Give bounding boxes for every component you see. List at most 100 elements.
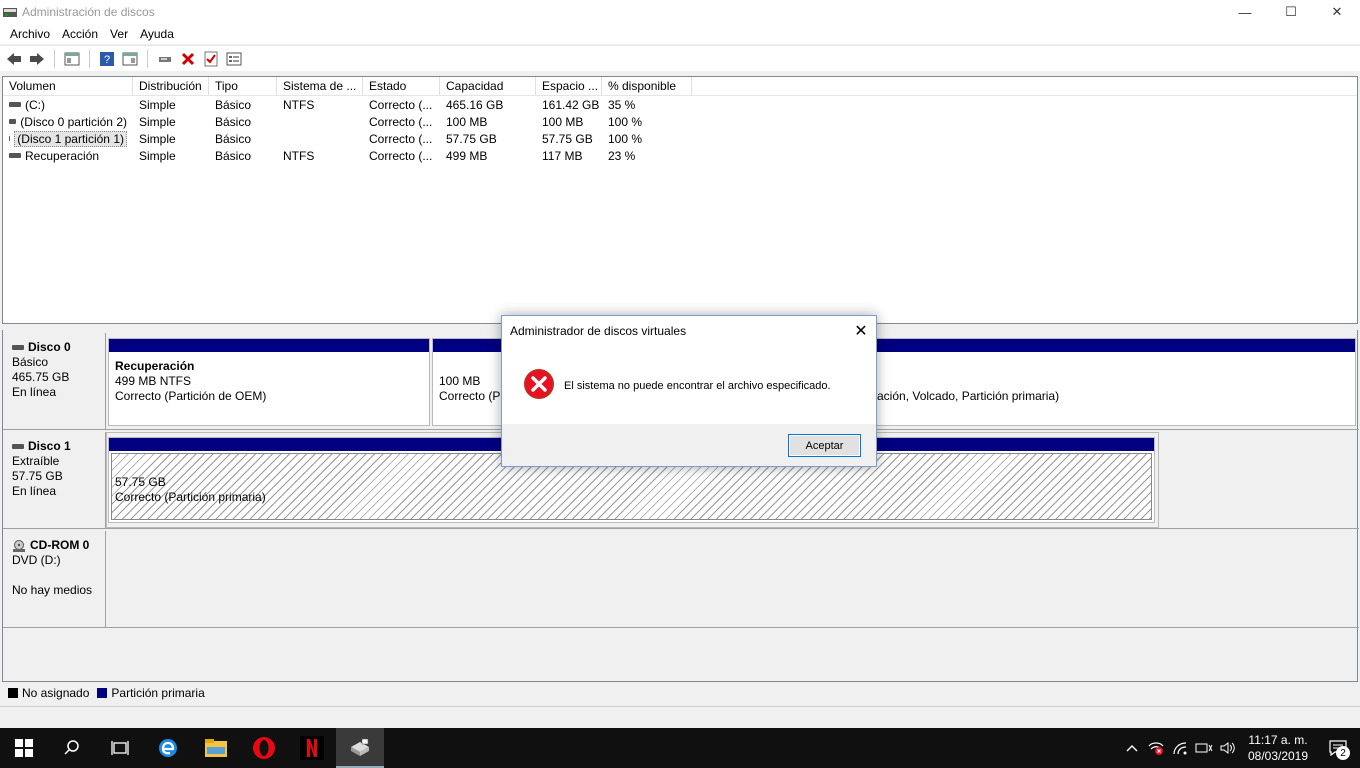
volume-type: Básico <box>215 97 252 112</box>
disk-1-info[interactable]: Disco 1 Extraíble 57.75 GB En línea <box>3 432 106 528</box>
chevron-up-icon[interactable] <box>1120 728 1144 768</box>
file-explorer-icon[interactable] <box>192 728 240 768</box>
toolbar-separator <box>89 49 90 68</box>
maximize-button[interactable]: ☐ <box>1268 0 1314 24</box>
cdrom-info[interactable]: CD-ROM 0 DVD (D:) No hay medios <box>3 531 106 627</box>
legend-primary-label: Partición primaria <box>111 686 205 700</box>
column-header-distribucion[interactable]: Distribución <box>133 77 209 95</box>
volume-row-selected[interactable]: (Disco 1 partición 1) Simple Básico Corr… <box>3 130 1357 147</box>
window-title: Administración de discos <box>22 5 155 19</box>
volume-row[interactable]: Recuperación Simple Básico NTFS Correcto… <box>3 147 1357 164</box>
forward-icon[interactable] <box>27 49 47 69</box>
search-icon[interactable] <box>48 728 96 768</box>
dialog-close-button[interactable]: ✕ <box>850 320 872 342</box>
svg-text:?: ? <box>104 54 110 66</box>
volume-row[interactable]: (C:) Simple Básico NTFS Correcto (... 46… <box>3 96 1357 113</box>
column-header-disponible[interactable]: % disponible <box>602 77 692 95</box>
disk-icon <box>12 345 24 350</box>
task-view-icon[interactable] <box>96 728 144 768</box>
security-alert-icon[interactable] <box>1144 728 1168 768</box>
volume-percent-free: 23 % <box>608 148 636 163</box>
volume-layout: Simple <box>139 114 176 129</box>
input-method-icon[interactable] <box>1192 728 1216 768</box>
legend: No asignado Partición primaria <box>2 682 1358 704</box>
netflix-icon[interactable] <box>288 728 336 768</box>
volume-fs: NTFS <box>283 97 315 112</box>
menu-accion[interactable]: Acción <box>56 27 104 41</box>
disk-status: En línea <box>12 385 57 399</box>
connect-icon[interactable] <box>155 49 175 69</box>
volume-status: Correcto (... <box>369 97 433 112</box>
partition-recuperacion[interactable]: Recuperación 499 MB NTFS Correcto (Parti… <box>108 338 430 426</box>
column-header-espacio[interactable]: Espacio ... <box>536 77 602 95</box>
partition-size: 57.75 GB <box>115 475 166 489</box>
volume-layout: Simple <box>139 148 176 163</box>
disk-0-info[interactable]: Disco 0 Básico 465.75 GB En línea <box>3 333 106 429</box>
clock-time: 11:17 a. m. <box>1248 733 1308 747</box>
disk-size: 57.75 GB <box>12 469 63 483</box>
column-header-tipo[interactable]: Tipo <box>209 77 277 95</box>
partition-status: Correcto (Pa <box>439 389 508 403</box>
check-icon[interactable] <box>201 49 221 69</box>
column-header-volumen[interactable]: Volumen <box>3 77 133 95</box>
wifi-icon[interactable] <box>1168 728 1192 768</box>
cdrom-name: CD-ROM 0 <box>30 538 90 552</box>
accept-button[interactable]: Aceptar <box>788 434 861 457</box>
partition-status: Correcto (Partición de OEM) <box>115 389 267 403</box>
volume-type: Básico <box>215 114 252 129</box>
disk-management-icon[interactable] <box>336 728 384 768</box>
menu-ayuda[interactable]: Ayuda <box>134 27 180 41</box>
action-center-icon[interactable]: 2 <box>1316 728 1360 768</box>
list-icon[interactable] <box>224 49 244 69</box>
volume-capacity: 499 MB <box>446 148 488 163</box>
volume-name: Recuperación <box>25 148 100 163</box>
delete-icon[interactable] <box>178 49 198 69</box>
volume-capacity: 57.75 GB <box>446 131 497 146</box>
toolbar: ? <box>0 45 1360 71</box>
dialog-message: El sistema no puede encontrar el archivo… <box>564 380 831 392</box>
toolbar-separator <box>147 49 148 68</box>
disk-type: Extraíble <box>12 454 60 468</box>
disk-name: Disco 0 <box>28 340 71 354</box>
volume-row[interactable]: (Disco 0 partición 2) Simple Básico Corr… <box>3 113 1357 130</box>
menu-archivo[interactable]: Archivo <box>4 27 56 41</box>
volume-icon[interactable] <box>1216 728 1240 768</box>
volume-free: 117 MB <box>542 148 583 163</box>
console-tree-icon[interactable] <box>62 49 82 69</box>
windows-start-icon[interactable] <box>0 728 48 768</box>
volume-list[interactable]: Volumen Distribución Tipo Sistema de ...… <box>2 76 1358 324</box>
disk-name: Disco 1 <box>28 439 71 453</box>
column-header-estado[interactable]: Estado <box>363 77 440 95</box>
dialog-title: Administrador de discos virtuales <box>510 324 687 338</box>
volume-type: Básico <box>215 148 252 163</box>
disk-icon <box>12 444 24 449</box>
edge-icon[interactable] <box>144 728 192 768</box>
clock-date: 08/03/2019 <box>1247 749 1309 763</box>
partition-name: Recuperación <box>115 359 195 373</box>
notification-count-badge: 2 <box>1336 746 1350 760</box>
cdrom-row: CD-ROM 0 DVD (D:) No hay medios <box>3 531 1359 627</box>
clock[interactable]: 11:17 a. m. 08/03/2019 <box>1240 732 1316 764</box>
partition-disk0-2[interactable]: 100 MB Correcto (Pa <box>432 338 512 426</box>
volume-fs: NTFS <box>283 148 315 163</box>
column-header-capacidad[interactable]: Capacidad <box>440 77 536 95</box>
volume-free: 161.42 GB <box>542 97 600 112</box>
volume-status: Correcto (... <box>369 148 433 163</box>
drive-icon <box>9 119 17 124</box>
volume-status: Correcto (... <box>369 114 433 129</box>
menu-ver[interactable]: Ver <box>104 27 134 41</box>
properties-icon[interactable] <box>120 49 140 69</box>
back-icon[interactable] <box>4 49 24 69</box>
error-icon <box>524 369 554 399</box>
close-button[interactable]: ✕ <box>1314 0 1360 24</box>
drive-icon <box>9 102 21 107</box>
disk-divider <box>3 627 1359 628</box>
volume-free: 100 MB <box>542 114 584 129</box>
column-header-sistema[interactable]: Sistema de ... <box>277 77 363 95</box>
volume-name: (C:) <box>25 97 45 112</box>
error-dialog: Administrador de discos virtuales ✕ El s… <box>501 315 877 467</box>
opera-icon[interactable] <box>240 728 288 768</box>
disk-size: 465.75 GB <box>12 370 70 384</box>
minimize-button[interactable]: — <box>1222 0 1268 24</box>
help-icon[interactable]: ? <box>97 49 117 69</box>
